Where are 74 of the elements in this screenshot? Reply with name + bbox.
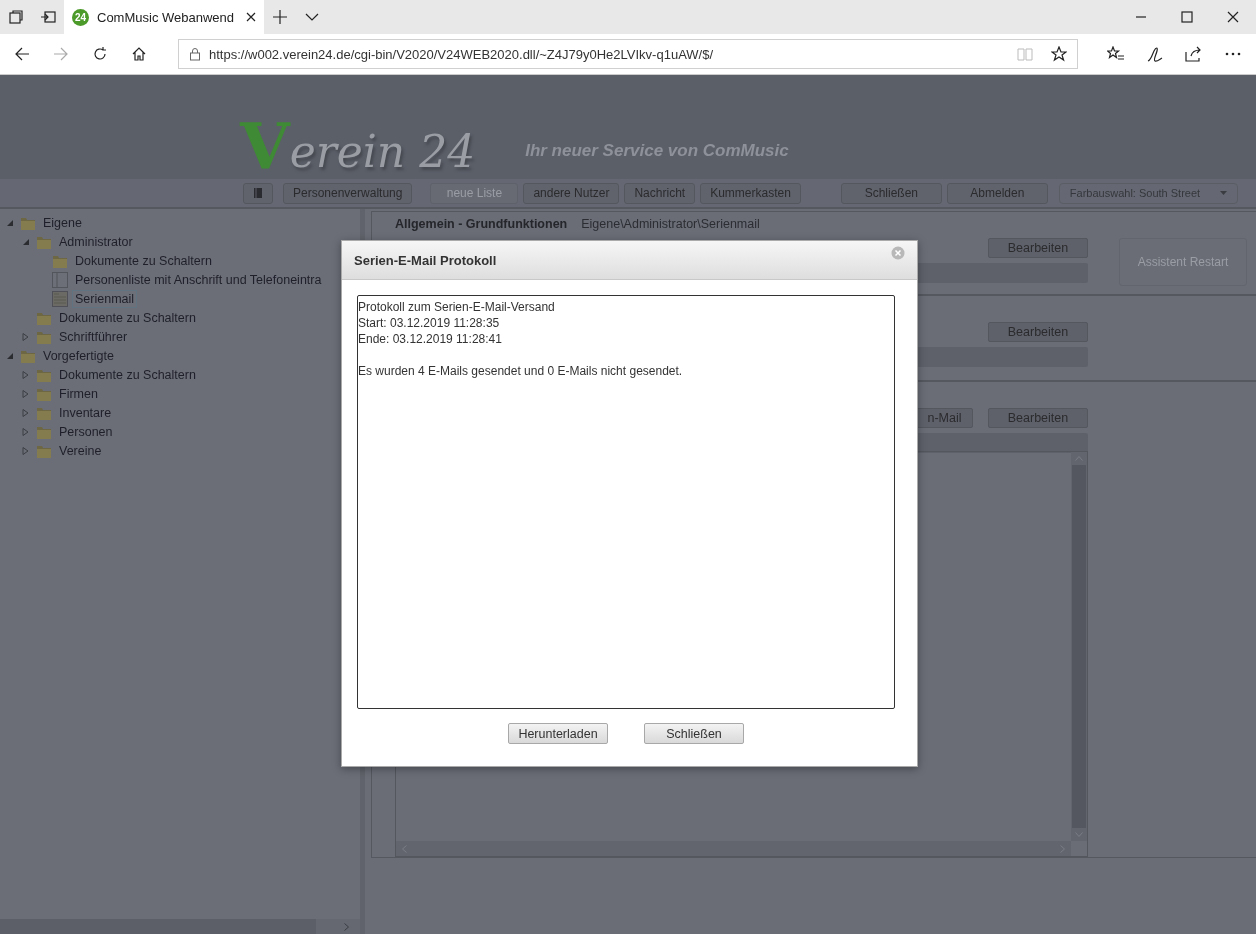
document-icon (52, 271, 68, 288)
favicon: 24 (72, 8, 89, 26)
toolbar-button[interactable]: Personenverwaltung (283, 182, 413, 204)
favorites-list-icon[interactable] (1106, 46, 1125, 62)
expanded-arrow-icon[interactable] (22, 237, 30, 246)
tree-item[interactable]: Dokumente zu Schaltern (56, 365, 199, 384)
url-text: https://w002.verein24.de/cgi-bin/V2020/V24WEB2020.dll/~Z4J79y0He2LVIkv-q1uAW/$/ (209, 46, 714, 62)
favorite-star-icon[interactable] (1051, 46, 1067, 62)
tabs-icon[interactable] (8, 9, 24, 25)
toolbar-button[interactable]: Nachricht (624, 182, 696, 204)
forward-icon[interactable] (52, 46, 69, 62)
edit-button[interactable]: Bearbeiten (988, 238, 1088, 258)
menu-button[interactable] (243, 182, 273, 204)
expanded-arrow-icon[interactable] (6, 218, 14, 227)
edit-button[interactable]: Bearbeiten (988, 408, 1088, 428)
scrollbar[interactable] (1071, 452, 1087, 841)
section-title: Allgemein - Grundfunktionen (395, 217, 568, 231)
log-line: Ende: 03.12.2019 11:28:41 (358, 331, 503, 347)
tree-item[interactable]: Inventare (56, 403, 115, 422)
breadcrumb: Eigene\Administrator\Serienmail (581, 217, 760, 231)
close-icon[interactable] (246, 12, 256, 22)
dialog-button[interactable]: Herunterladen (508, 723, 608, 744)
new-tab-icon[interactable] (273, 10, 287, 24)
book-icon (254, 188, 262, 198)
maximize-icon[interactable] (1181, 11, 1193, 23)
tab-title: ComMusic Webanwend (97, 9, 236, 25)
toolbar-button[interactable]: Kummerkasten (700, 182, 801, 204)
more-icon[interactable] (1224, 52, 1241, 56)
chevron-down-icon[interactable] (305, 13, 319, 21)
dialog-button[interactable]: Schließen (644, 723, 744, 744)
scrollbar[interactable] (0, 919, 360, 934)
toolbar-button[interactable]: andere Nutzer (523, 182, 620, 204)
chevron-right-icon[interactable] (344, 922, 349, 931)
set-aside-tabs-icon[interactable] (40, 9, 56, 25)
tree-item[interactable]: Personen (56, 422, 116, 441)
address-field[interactable]: https://w002.verein24.de/cgi-bin/V2020/V24WEB2020.dll/~Z4J79y0He2LVIkv-q1uAW/$/ (178, 39, 1078, 69)
tree-item[interactable]: Vorgefertigte (40, 346, 117, 365)
reading-view-icon[interactable] (1017, 47, 1033, 61)
toolbar-button[interactable]: Schließen (840, 182, 942, 204)
lock-icon (189, 47, 201, 61)
dialog-title: Serien-E-Mail Protokoll (354, 252, 497, 268)
tree-item[interactable]: Schriftführer (56, 327, 131, 346)
pen-icon[interactable] (1145, 45, 1164, 63)
refresh-icon[interactable] (91, 46, 108, 62)
collapsed-arrow-icon[interactable] (22, 332, 30, 341)
log-line: Es wurden 4 E-Mails gesendet und 0 E-Mails nicht gesendet. (358, 363, 684, 379)
collapsed-arrow-icon[interactable] (22, 408, 30, 417)
edit-button[interactable]: n-Mail (916, 408, 973, 428)
tree-item[interactable]: Eigene (40, 213, 85, 232)
tree-item[interactable]: Dokumente zu Schaltern (56, 308, 199, 327)
collapsed-arrow-icon[interactable] (22, 446, 30, 455)
edit-button[interactable]: Bearbeiten (988, 322, 1088, 342)
log-line: Protokoll zum Serien-E-Mail-Versand (358, 299, 556, 315)
document-icon (52, 290, 68, 307)
tree-item[interactable]: Vereine (56, 441, 105, 460)
home-icon[interactable] (130, 46, 147, 62)
tree-item[interactable]: Personenliste mit Anschrift und Telefoneintra (72, 270, 325, 289)
back-icon[interactable] (13, 46, 30, 62)
browser-tab[interactable]: 24 ComMusic Webanwend (64, 0, 264, 34)
share-icon[interactable] (1184, 46, 1203, 62)
tree-item[interactable]: Serienmail (72, 289, 138, 308)
logo-text: erein 24 (289, 126, 476, 179)
log-line: Start: 03.12.2019 11:28:35 (358, 315, 501, 331)
tree-item[interactable]: Firmen (56, 384, 101, 403)
dropdown-arrow-icon (1219, 191, 1227, 195)
close-icon[interactable] (1227, 11, 1239, 23)
collapsed-arrow-icon[interactable] (22, 427, 30, 436)
scrollbar[interactable] (396, 841, 1071, 856)
tree-item[interactable]: Administrator (56, 232, 136, 251)
tree-item[interactable]: Dokumente zu Schaltern (72, 251, 215, 270)
toolbar-button[interactable]: Abmelden (946, 182, 1048, 204)
collapsed-arrow-icon[interactable] (22, 370, 30, 379)
expanded-arrow-icon[interactable] (6, 351, 14, 360)
collapsed-arrow-icon[interactable] (22, 389, 30, 398)
